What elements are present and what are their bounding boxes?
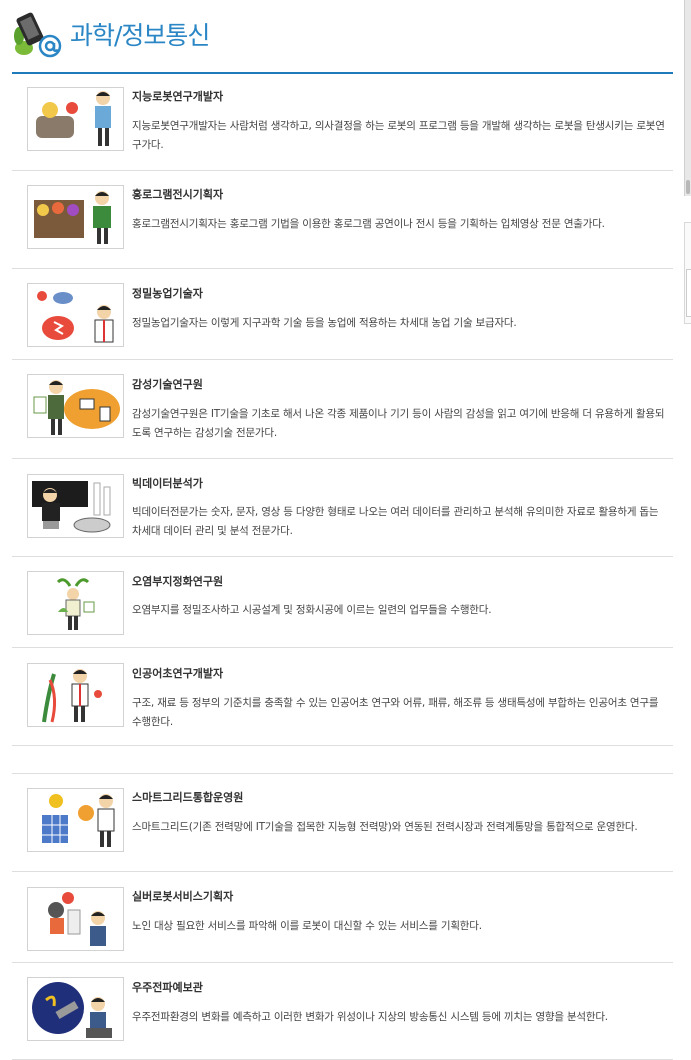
list-item[interactable]: 정밀농업기술자 정밀농업기술자는 이렇게 지구과학 기술 등을 농업에 적용하는… (12, 269, 673, 360)
job-title: 우주전파예보관 (132, 981, 203, 994)
job-title: 인공어초연구개발자 (132, 667, 224, 680)
job-illustration (27, 788, 124, 852)
page-header: 과학/정보통신 (12, 0, 673, 74)
job-description: 정밀농업기술자는 이렇게 지구과학 기술 등을 농업에 적용하는 차세대 농업 … (132, 317, 517, 329)
list-item[interactable]: 스마트그리드통합운영원 스마트그리드(기존 전력망에 IT기술을 접목한 지능형… (12, 774, 673, 872)
job-description: 지능로봇연구개발자는 사람처럼 생각하고, 의사결정을 하는 로봇의 프로그램 … (132, 120, 665, 151)
scrollbar-thumb[interactable] (686, 180, 690, 194)
job-illustration (27, 887, 124, 951)
list-item[interactable]: 우주전파예보관 우주전파환경의 변화를 예측하고 이러한 변화가 위성이나 지상… (12, 963, 673, 1060)
job-title: 정밀농업기술자 (132, 287, 203, 300)
job-illustration (27, 374, 124, 438)
job-title: 홍로그램전시기획자 (132, 188, 224, 201)
list-item[interactable]: 지능로봇연구개발자 지능로봇연구개발자는 사람처럼 생각하고, 의사결정을 하는… (12, 78, 673, 171)
list-item[interactable]: 오염부지정화연구원 오염부지를 정밀조사하고 시공설계 및 정화시공에 이르는 … (12, 557, 673, 648)
list-item[interactable]: 인공어초연구개발자 구조, 재료 등 정부의 기준치를 충족할 수 있는 인공어… (12, 648, 673, 746)
job-description: 스마트그리드(기존 전력망에 IT기술을 접목한 지능형 전력망)와 연동된 전… (132, 821, 638, 833)
job-illustration (27, 663, 124, 727)
list-item[interactable]: 감성기술연구원 감성기술연구원은 IT기술을 기초로 해서 나온 각종 제품이나… (12, 360, 673, 459)
job-description: 우주전파환경의 변화를 예측하고 이러한 변화가 위성이나 지상의 방송통신 시… (132, 1011, 608, 1023)
job-description: 홍로그램전시기획자는 홍로그램 기법을 이용한 홍로그램 공연이나 전시 등을 … (132, 218, 605, 230)
job-description: 빅데이터전문가는 숫자, 문자, 영상 등 다양한 형태로 나오는 여러 데이터… (132, 506, 659, 537)
job-illustration (27, 87, 124, 151)
job-title: 실버로봇서비스기획자 (132, 890, 234, 903)
job-illustration (27, 474, 124, 538)
job-title: 오염부지정화연구원 (132, 575, 224, 588)
job-description: 감성기술연구원은 IT기술을 기초로 해서 나온 각종 제품이나 기기 등이 사… (132, 408, 665, 439)
phone-email-icon (12, 8, 66, 60)
job-illustration (27, 283, 124, 347)
job-title: 스마트그리드통합운영원 (132, 791, 244, 804)
job-title: 빅데이터분석가 (132, 477, 203, 490)
job-illustration (27, 571, 124, 635)
list-item[interactable]: 빅데이터분석가 빅데이터전문가는 숫자, 문자, 영상 등 다양한 형태로 나오… (12, 459, 673, 557)
page-title: 과학/정보통신 (70, 21, 210, 50)
list-item[interactable]: 홍로그램전시기획자 홍로그램전시기획자는 홍로그램 기법을 이용한 홍로그램 공… (12, 171, 673, 269)
job-title: 감성기술연구원 (132, 378, 203, 391)
job-list: 지능로봇연구개발자 지능로봇연구개발자는 사람처럼 생각하고, 의사결정을 하는… (12, 78, 673, 1060)
side-panel (684, 222, 691, 324)
job-description: 구조, 재료 등 정부의 기준치를 충족할 수 있는 인공어초 연구와 어류, … (132, 697, 659, 728)
list-spacer (12, 746, 673, 774)
scrollbar[interactable] (684, 0, 691, 196)
job-illustration (27, 977, 124, 1041)
job-description: 오염부지를 정밀조사하고 시공설계 및 정화시공에 이르는 일련의 업무들을 수… (132, 604, 492, 616)
job-description: 노인 대상 필요한 서비스를 파악해 이를 로봇이 대신할 수 있는 서비스를 … (132, 920, 482, 932)
job-title: 지능로봇연구개발자 (132, 90, 224, 103)
job-illustration (27, 185, 124, 249)
list-item[interactable]: 실버로봇서비스기획자 노인 대상 필요한 서비스를 파악해 이를 로봇이 대신할… (12, 872, 673, 963)
